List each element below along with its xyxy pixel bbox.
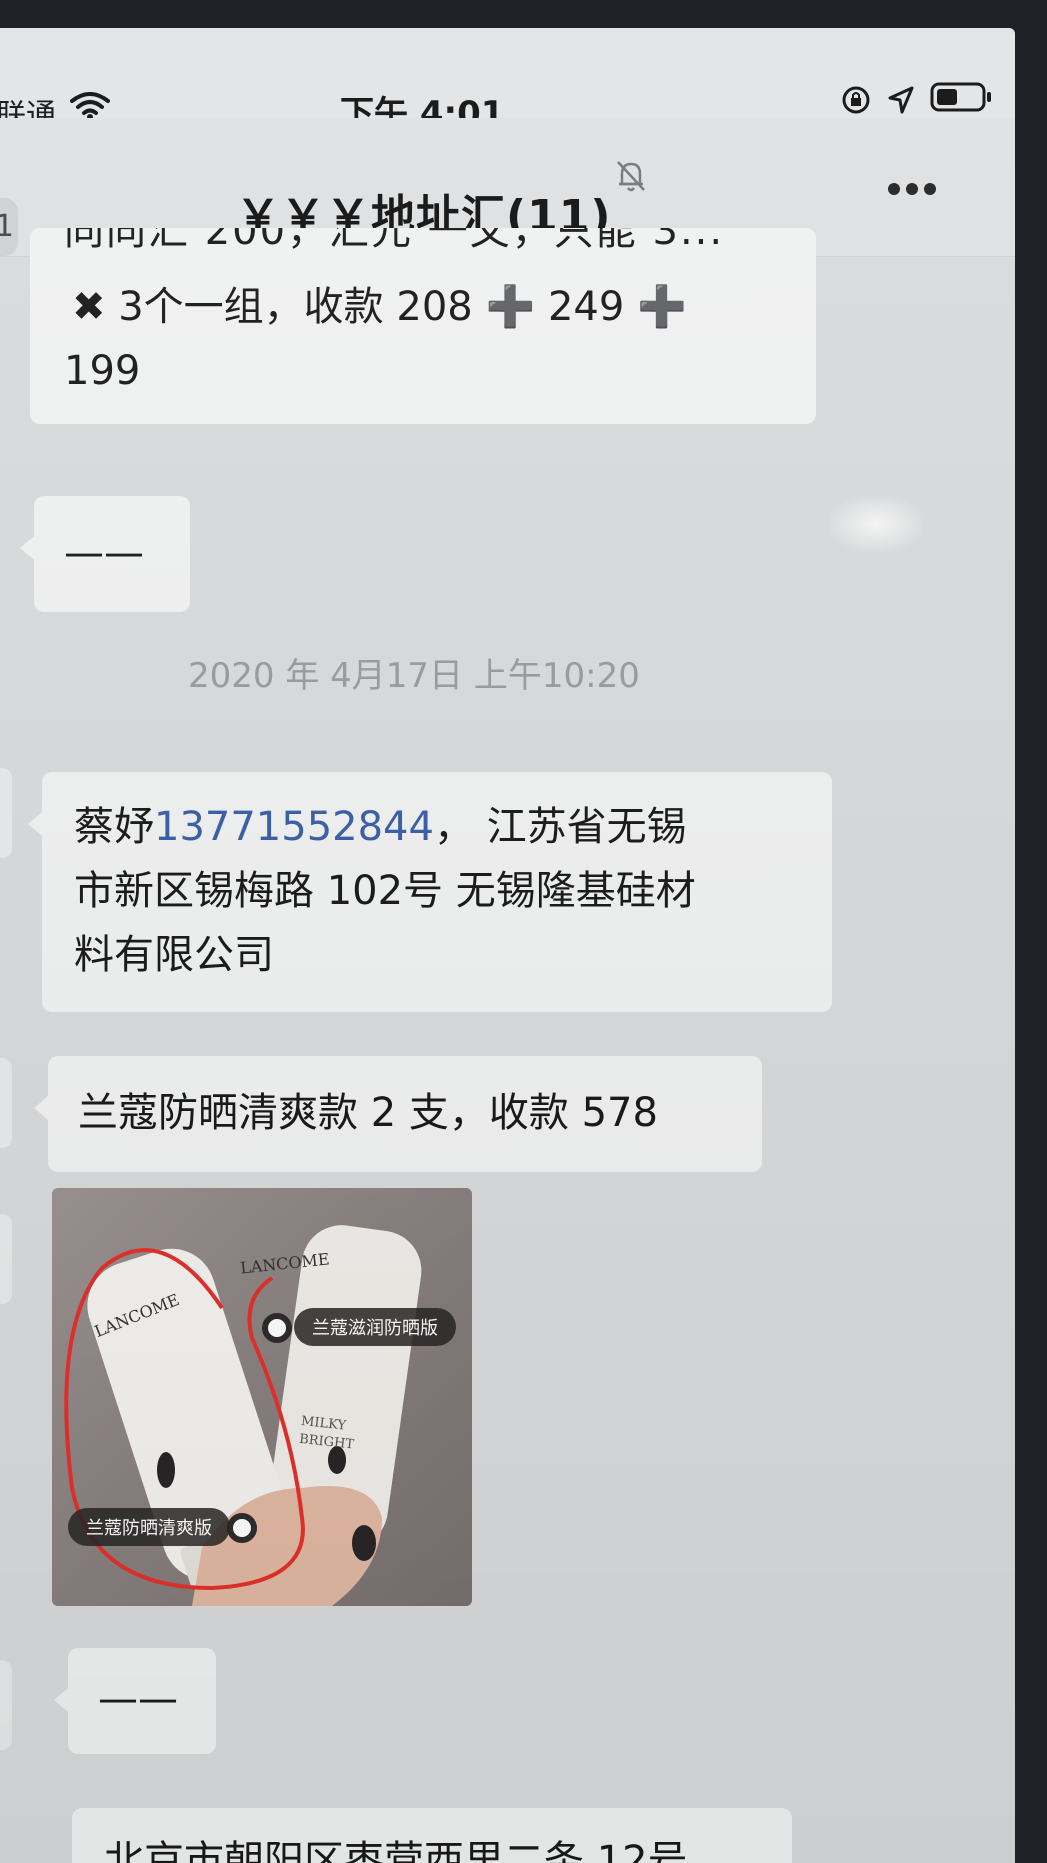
address-text: ， 江苏省无锡 xyxy=(433,804,687,850)
message-text: 北京市朝阳区枣营西里二条 12号 xyxy=(104,1838,688,1863)
battery-icon xyxy=(930,82,991,112)
message-text: 兰蔻防晒清爽款 2 支，收款 578 xyxy=(78,1090,658,1136)
message-text: ✖ 3个一组，收款 208 ➕ 249 ➕ xyxy=(72,284,687,330)
message-bubble[interactable]: —— xyxy=(20,496,190,612)
message-text: 199 xyxy=(64,348,141,394)
message-text: 料有限公司 xyxy=(74,932,274,978)
rotation-lock-icon xyxy=(842,86,870,114)
mute-bell-icon xyxy=(617,161,645,192)
message-timestamp: 2020 年 4月17日 上午10:20 xyxy=(188,656,640,696)
message-bubble[interactable]: 北京市朝阳区枣营西里二条 12号 xyxy=(72,1808,792,1863)
message-bubble[interactable]: 同同汇 200，汇元 一文，只能 3... ✖ 3个一组，收款 208 ➕ 24… xyxy=(30,228,816,424)
phone-screen: 联通 下午 4:01 1 ￥￥￥地址汇(11) 同同汇 200，汇元 一文，只能… xyxy=(0,28,1015,1863)
dot-icon xyxy=(906,183,918,195)
tube-label-text: MILKY BRIGHT xyxy=(298,1413,355,1453)
status-bar: 联通 下午 4:01 xyxy=(0,28,1015,134)
more-options-button[interactable] xyxy=(888,180,950,210)
contact-name: 蔡妤 xyxy=(74,804,154,850)
avatar[interactable] xyxy=(0,768,12,858)
location-icon xyxy=(888,86,914,114)
dot-icon xyxy=(888,183,900,195)
avatar[interactable] xyxy=(0,1214,12,1304)
dot-icon xyxy=(924,183,936,195)
phone-number-link[interactable]: 13771552844 xyxy=(154,804,434,850)
photo-label-bottom: 兰蔻防晒清爽版 xyxy=(68,1508,230,1546)
message-bubble[interactable]: 蔡妤13771552844， 江苏省无锡 市新区锡梅路 102号 无锡隆基硅材 … xyxy=(28,772,832,1012)
message-bubble[interactable]: 兰蔻防晒清爽款 2 支，收款 578 xyxy=(34,1056,762,1172)
avatar[interactable] xyxy=(0,1058,12,1148)
message-text: —— xyxy=(64,530,144,576)
message-text-clipped: 同同汇 200，汇元 一文，只能 3... xyxy=(64,228,725,254)
message-bubble[interactable]: —— xyxy=(54,1648,216,1754)
product-photo-message[interactable]: LANCOME LANCOME MILKY BRIGHT 兰蔻滋润防晒版 兰蔻防… xyxy=(52,1188,472,1606)
message-text: —— xyxy=(98,1676,178,1722)
back-button[interactable]: 1 xyxy=(0,198,18,256)
message-text: 蔡妤13771552844， 江苏省无锡 xyxy=(74,796,687,858)
message-text: 市新区锡梅路 102号 无锡隆基硅材 xyxy=(74,868,696,914)
screen-smudge xyxy=(828,496,924,552)
photo-label-top: 兰蔻滋润防晒版 xyxy=(294,1308,456,1346)
avatar[interactable] xyxy=(0,1660,12,1750)
wifi-icon xyxy=(70,92,110,120)
